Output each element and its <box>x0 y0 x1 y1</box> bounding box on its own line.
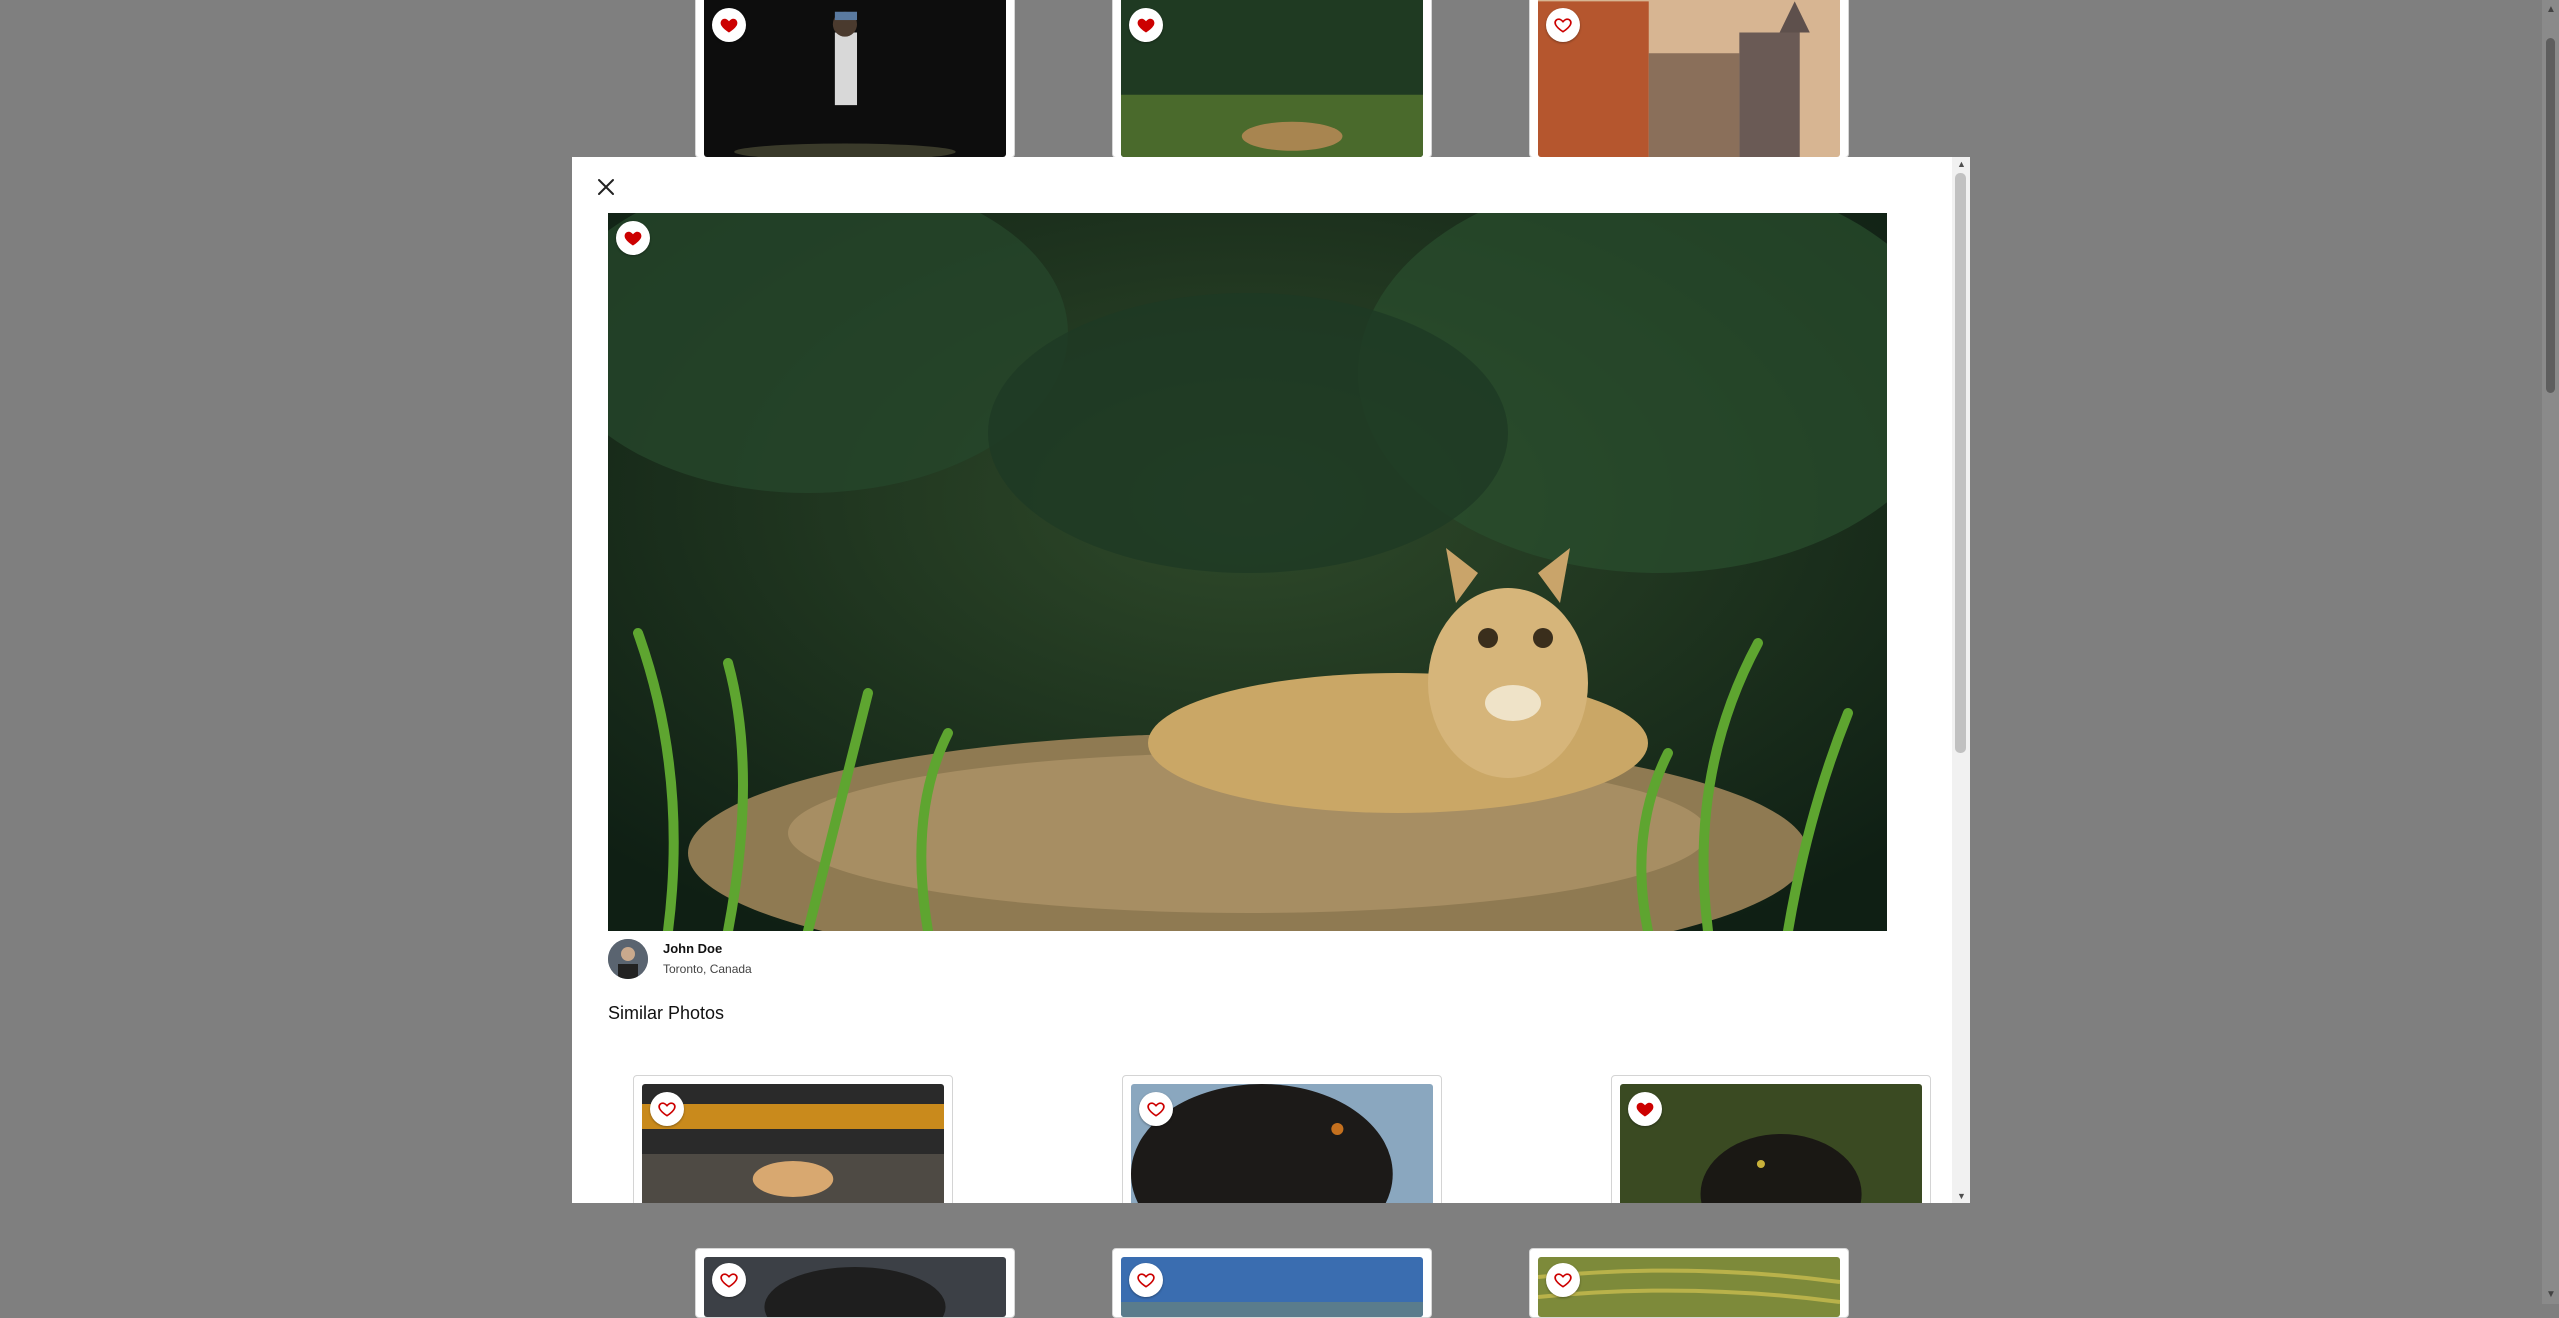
page-scrollbar[interactable]: ▲ ▼ <box>2542 0 2559 1304</box>
similar-photo-dog-marigolds[interactable] <box>642 1084 944 1203</box>
author-location: Toronto, Canada <box>663 962 752 976</box>
favorite-button[interactable] <box>1628 1092 1662 1126</box>
similar-photo-card[interactable] <box>1122 1075 1442 1203</box>
favorite-button[interactable] <box>1546 8 1580 42</box>
heart-filled-icon <box>719 15 739 35</box>
modal-scrollbar-thumb[interactable] <box>1955 173 1966 753</box>
gallery-card[interactable] <box>1529 0 1849 158</box>
similar-photo-black-dog[interactable] <box>1131 1084 1433 1203</box>
page-scrollbar-thumb[interactable] <box>2546 38 2555 393</box>
favorite-button[interactable] <box>1139 1092 1173 1126</box>
author-info: John Doe Toronto, Canada <box>608 937 752 981</box>
heart-outline-icon <box>1553 1270 1573 1290</box>
heart-filled-icon <box>1635 1099 1655 1119</box>
heart-outline-icon <box>1146 1099 1166 1119</box>
favorite-button[interactable] <box>712 8 746 42</box>
scroll-down-icon[interactable]: ▼ <box>1957 1191 1966 1201</box>
favorite-button[interactable] <box>1129 1263 1163 1297</box>
close-icon <box>598 179 614 195</box>
gallery-photo-buildings[interactable] <box>1538 0 1840 157</box>
gallery-card[interactable] <box>1112 1248 1432 1318</box>
scroll-down-icon[interactable]: ▼ <box>2546 1289 2556 1300</box>
gallery-photo-person-at-night[interactable] <box>704 0 1006 157</box>
gallery-card[interactable] <box>1529 1248 1849 1318</box>
main-photo-jaguar <box>608 213 1887 931</box>
heart-filled-icon <box>623 228 643 248</box>
close-button[interactable] <box>592 173 620 201</box>
favorite-button[interactable] <box>1129 8 1163 42</box>
scroll-up-icon[interactable]: ▲ <box>1957 159 1966 169</box>
photo-detail-modal: John Doe Toronto, Canada Similar Photos <box>572 157 1970 1203</box>
heart-outline-icon <box>719 1270 739 1290</box>
gallery-photo-terraces[interactable] <box>1538 1257 1840 1317</box>
heart-outline-icon <box>657 1099 677 1119</box>
gallery-card[interactable] <box>1112 0 1432 158</box>
favorite-button[interactable] <box>1546 1263 1580 1297</box>
similar-photo-card[interactable] <box>633 1075 953 1203</box>
gallery-card[interactable] <box>695 0 1015 158</box>
similar-photo-black-cat[interactable] <box>1620 1084 1922 1203</box>
gallery-card[interactable] <box>695 1248 1015 1318</box>
avatar[interactable] <box>608 939 648 979</box>
scroll-up-icon[interactable]: ▲ <box>2546 4 2556 15</box>
heart-outline-icon <box>1136 1270 1156 1290</box>
favorite-button[interactable] <box>712 1263 746 1297</box>
gallery-photo-sky[interactable] <box>1121 1257 1423 1317</box>
similar-photos-heading: Similar Photos <box>608 1003 725 1023</box>
modal-scrollbar[interactable]: ▲ ▼ <box>1952 157 1970 1203</box>
author-name: John Doe <box>663 941 723 956</box>
favorite-button[interactable] <box>616 221 650 255</box>
gallery-photo-dog[interactable] <box>704 1257 1006 1317</box>
heart-filled-icon <box>1136 15 1156 35</box>
gallery-photo-jaguar[interactable] <box>1121 0 1423 157</box>
similar-photo-card[interactable] <box>1611 1075 1931 1203</box>
heart-outline-icon <box>1553 15 1573 35</box>
favorite-button[interactable] <box>650 1092 684 1126</box>
